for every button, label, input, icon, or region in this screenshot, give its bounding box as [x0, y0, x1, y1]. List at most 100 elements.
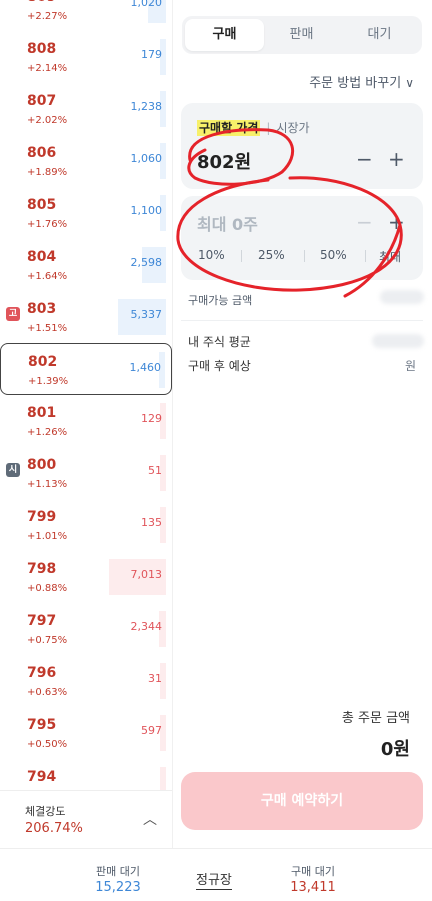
price-input-box[interactable]: 구매할 가격 | 시장가 802원 − +	[181, 103, 423, 189]
order-book-change: +1.89%	[27, 167, 68, 178]
quantity-input-box[interactable]: 최대 0주 − + 10% 25% 50% 최대	[181, 196, 423, 280]
regular-market-button[interactable]: 정규장	[196, 869, 232, 890]
order-book-row[interactable]: 795 +0.50% 597	[0, 707, 172, 759]
order-book-quantity: 2,598	[130, 256, 163, 269]
order-book-change: +2.02%	[27, 115, 68, 126]
separator	[241, 250, 242, 262]
buy-reservation-button[interactable]: 구매 예약하기	[181, 772, 423, 830]
volume-bar	[160, 767, 166, 790]
quantity-value[interactable]: 최대 0주	[197, 211, 258, 235]
redacted-value	[380, 290, 424, 304]
order-book-row[interactable]: 고 803 +1.51% 5,337	[0, 291, 172, 343]
order-book-change: +1.51%	[27, 323, 68, 334]
order-book-price: 797	[27, 613, 57, 629]
market-price-option[interactable]: 시장가	[276, 121, 309, 135]
order-book-row[interactable]: 805 +1.76% 1,100	[0, 187, 172, 239]
order-book-quantity: 7,013	[130, 568, 163, 581]
order-book-row[interactable]: 808 +2.14% 179	[0, 31, 172, 83]
tab-pending[interactable]: 대기	[340, 19, 419, 51]
order-book-change: +1.76%	[27, 219, 68, 230]
order-book-row[interactable]: 794	[0, 759, 172, 790]
chevron-up-icon[interactable]: ︿	[143, 809, 157, 829]
order-book-quantity: 5,337	[130, 308, 163, 321]
order-book-quantity: 1,020	[130, 0, 163, 9]
execution-strength-panel[interactable]: 체결강도 206.74% ︿	[0, 790, 172, 848]
price-type-selector: 구매할 가격 | 시장가	[197, 119, 310, 136]
order-book-price: 804	[27, 249, 57, 265]
order-book-row[interactable]: 807 +2.02% 1,238	[0, 83, 172, 135]
order-book-quantity: 1,238	[130, 100, 163, 113]
order-book-row[interactable]: 799 +1.01% 135	[0, 499, 172, 551]
order-book-change: +1.26%	[27, 427, 68, 438]
order-book-price: 805	[27, 197, 57, 213]
percent-max-button[interactable]: 최대	[379, 248, 401, 265]
order-book-price: 803	[27, 301, 57, 317]
sell-wait-label: 판매 대기	[96, 865, 140, 878]
total-order-amount-value: 0원	[380, 739, 410, 760]
expected-after-buy-label: 구매 후 예상	[188, 359, 251, 373]
order-book-quantity: 31	[148, 672, 162, 685]
order-book: 809 +2.27% 1,020 808 +2.14% 179 807 +2.02% 1,238…	[0, 0, 172, 790]
order-book-quantity: 135	[141, 516, 162, 529]
order-book-row[interactable]: 797 +0.75% 2,344	[0, 603, 172, 655]
total-order-amount-label: 총 주문 금액	[341, 711, 410, 726]
order-book-price: 800	[27, 457, 57, 473]
my-average-price-label: 내 주식 평균	[188, 335, 251, 349]
tab-sell[interactable]: 판매	[262, 19, 341, 51]
order-book-quantity: 1,100	[130, 204, 163, 217]
buy-wait-label: 구매 대기	[291, 865, 335, 878]
price-decrease-button[interactable]: −	[356, 147, 373, 171]
order-book-row[interactable]: 시 800 +1.13% 51	[0, 447, 172, 499]
order-book-price: 802	[28, 354, 58, 370]
divider	[181, 320, 423, 321]
order-book-row[interactable]: 802 +1.39% 1,460	[0, 343, 172, 395]
expected-after-buy-value: 원	[404, 359, 416, 373]
separator: |	[266, 121, 271, 135]
order-book-change: +0.75%	[27, 635, 68, 646]
order-book-price: 795	[27, 717, 57, 733]
order-book-price: 799	[27, 509, 57, 525]
order-book-quantity: 1,460	[129, 361, 162, 374]
order-book-row[interactable]: 809 +2.27% 1,020	[0, 0, 172, 31]
order-book-quantity: 2,344	[130, 620, 163, 633]
execution-strength-label: 체결강도	[25, 805, 66, 818]
order-book-row[interactable]: 796 +0.63% 31	[0, 655, 172, 707]
percent-25-button[interactable]: 25%	[258, 248, 285, 262]
bottom-summary-bar: 판매 대기 15,223 정규장 구매 대기 13,411	[0, 848, 432, 901]
order-book-price: 808	[27, 41, 57, 57]
redacted-value	[372, 334, 424, 348]
order-book-price: 809	[27, 0, 56, 5]
order-book-price: 807	[27, 93, 57, 109]
tab-buy[interactable]: 구매	[185, 19, 264, 51]
quantity-decrease-button[interactable]: −	[356, 210, 373, 234]
order-tabs: 구매 판매 대기	[182, 16, 422, 54]
order-book-price: 794	[27, 769, 57, 785]
order-book-change: +1.13%	[27, 479, 68, 490]
change-order-method-button[interactable]: 주문 방법 바꾸기 ∨	[309, 72, 414, 91]
order-book-row[interactable]: 801 +1.26% 129	[0, 395, 172, 447]
order-book-row[interactable]: 804 +1.64% 2,598	[0, 239, 172, 291]
order-book-change: +0.63%	[27, 687, 68, 698]
order-book-change: +2.14%	[27, 63, 68, 74]
limit-price-option[interactable]: 구매할 가격	[197, 120, 261, 136]
percent-50-button[interactable]: 50%	[320, 248, 347, 262]
order-method-label: 주문 방법 바꾸기	[309, 76, 402, 91]
order-book-change: +1.39%	[28, 376, 69, 387]
order-book-change: +0.88%	[27, 583, 68, 594]
buy-wait-value: 13,411	[290, 880, 336, 895]
order-book-change: +2.27%	[27, 11, 68, 22]
price-increase-button[interactable]: +	[388, 147, 405, 171]
percent-10-button[interactable]: 10%	[198, 248, 225, 262]
quantity-increase-button[interactable]: +	[388, 210, 405, 234]
order-book-change: +1.64%	[27, 271, 68, 282]
sell-wait-value: 15,223	[95, 880, 141, 895]
order-book-row[interactable]: 806 +1.89% 1,060	[0, 135, 172, 187]
order-book-row[interactable]: 798 +0.88% 7,013	[0, 551, 172, 603]
order-book-change: +1.01%	[27, 531, 68, 542]
high-price-badge: 고	[6, 307, 20, 321]
open-price-badge: 시	[6, 463, 20, 477]
separator	[365, 250, 366, 262]
order-book-quantity: 179	[141, 48, 162, 61]
price-value[interactable]: 802원	[197, 148, 251, 174]
order-book-quantity: 1,060	[130, 152, 163, 165]
